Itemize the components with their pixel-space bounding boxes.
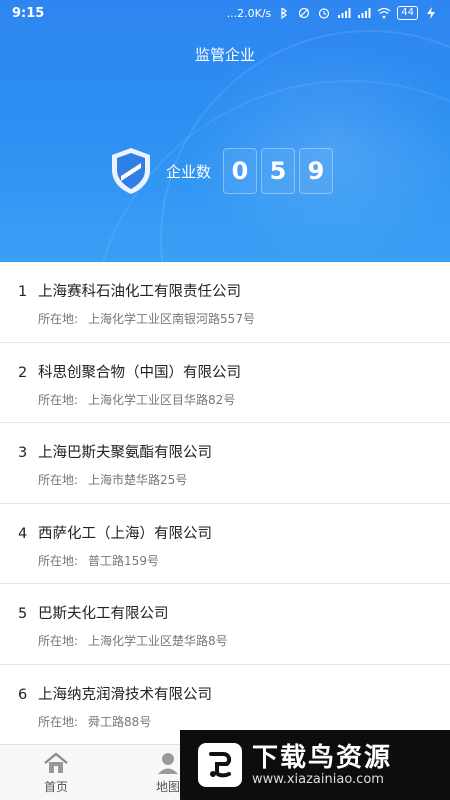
bird-logo-icon: [209, 752, 232, 778]
item-address: 所在地: 上海市楚华路25号: [38, 471, 187, 488]
home-icon: [44, 752, 68, 773]
watermark-logo-icon: [198, 743, 242, 787]
charging-icon: [427, 7, 435, 19]
watermark-banner: 下载鸟资源 www.xiazainiao.com: [180, 730, 450, 800]
status-right: ...2.0K/s 44: [227, 6, 438, 20]
signal-icon: [338, 8, 351, 18]
address-value: 上海化学工业区楚华路8号: [88, 634, 228, 648]
item-name: 巴斯夫化工有限公司: [38, 606, 169, 622]
counter-digit: 0: [223, 148, 258, 194]
map-pin-icon: [158, 753, 178, 774]
item-address: 所在地: 普工路159号: [38, 552, 159, 569]
page-title: 监管企业: [194, 46, 255, 64]
item-address: 所在地: 上海化学工业区楚华路8号: [38, 632, 228, 649]
item-address: 所在地: 舜工路88号: [38, 713, 151, 730]
network-speed: ...2.0K/s: [226, 6, 272, 20]
item-index: 4: [18, 525, 28, 542]
watermark-text: 下载鸟资源 www.xiazainiao.com: [252, 744, 392, 787]
bluetooth-icon: [281, 7, 288, 19]
battery-indicator: 44: [397, 6, 418, 20]
shield-icon: [112, 148, 150, 194]
watermark-en: www.xiazainiao.com: [252, 771, 384, 787]
nav-map-label: 地图: [155, 780, 180, 794]
nav-home-label: 首页: [43, 780, 68, 794]
list-item[interactable]: 4 西萨化工（上海）有限公司 所在地: 普工路159号: [0, 503, 450, 584]
nav-home[interactable]: 首页: [26, 751, 86, 795]
item-index: 2: [18, 364, 28, 381]
wifi-icon: [377, 7, 391, 19]
status-bar: 9:15 ...2.0K/s 44: [0, 0, 450, 28]
enterprise-list: 1 上海赛科石油化工有限责任公司 所在地: 上海化学工业区南银河路557号 2 科思创…: [0, 262, 450, 745]
enterprise-counter: 企业数 0 5 9: [108, 146, 337, 196]
address-label: 所在地:: [38, 634, 79, 648]
address-label: 所在地:: [38, 714, 79, 729]
item-index: 1: [18, 284, 28, 300]
item-name: 科思创聚合物（中国）有限公司: [38, 364, 241, 381]
item-title: 2 科思创聚合物（中国）有限公司: [18, 361, 241, 382]
list-item[interactable]: 1 上海赛科石油化工有限责任公司 所在地: 上海化学工业区南银河路557号: [0, 262, 450, 343]
item-title: 5 巴斯夫化工有限公司: [18, 602, 169, 623]
address-value: 普工路159号: [88, 553, 159, 568]
address-value: 上海化学工业区南银河路557号: [88, 312, 255, 326]
list-item[interactable]: 5 巴斯夫化工有限公司 所在地: 上海化学工业区楚华路8号: [0, 584, 450, 665]
item-title: 6 上海纳克润滑技术有限公司: [18, 683, 212, 704]
watermark-cn: 下载鸟资源: [252, 742, 393, 773]
item-index: 6: [18, 686, 28, 703]
item-name: 西萨化工（上海）有限公司: [38, 525, 212, 542]
item-address: 所在地: 上海化学工业区目华路82号: [38, 391, 235, 408]
do-not-disturb-icon: [299, 7, 310, 19]
item-index: 3: [18, 445, 28, 461]
item-title: 3 上海巴斯夫聚氨酯有限公司: [18, 441, 212, 462]
address-value: 上海化学工业区目华路82号: [88, 392, 236, 407]
counter-digit: 9: [299, 148, 334, 194]
header-banner: 9:15 ...2.0K/s 44 监管企业 企业数 0 5 9: [0, 0, 450, 262]
counter-digit: 5: [261, 148, 296, 194]
item-name: 上海巴斯夫聚氨酯有限公司: [38, 445, 212, 461]
address-value: 舜工路88号: [88, 714, 152, 729]
alarm-icon: [319, 8, 330, 19]
signal-icon: [358, 8, 371, 18]
address-label: 所在地:: [38, 553, 79, 568]
address-label: 所在地:: [38, 473, 79, 487]
status-time: 9:15: [12, 6, 45, 21]
counter-label: 企业数: [166, 162, 212, 181]
address-value: 上海市楚华路25号: [88, 473, 188, 487]
item-address: 所在地: 上海化学工业区南银河路557号: [38, 310, 255, 327]
list-item[interactable]: 3 上海巴斯夫聚氨酯有限公司 所在地: 上海市楚华路25号: [0, 423, 450, 504]
address-label: 所在地:: [38, 392, 79, 407]
item-name: 上海赛科石油化工有限责任公司: [38, 284, 241, 300]
list-item[interactable]: 2 科思创聚合物（中国）有限公司 所在地: 上海化学工业区目华路82号: [0, 342, 450, 423]
item-title: 1 上海赛科石油化工有限责任公司: [18, 280, 241, 301]
item-index: 5: [18, 606, 28, 622]
address-label: 所在地:: [38, 312, 79, 326]
item-title: 4 西萨化工（上海）有限公司: [18, 522, 212, 543]
item-name: 上海纳克润滑技术有限公司: [38, 686, 212, 703]
